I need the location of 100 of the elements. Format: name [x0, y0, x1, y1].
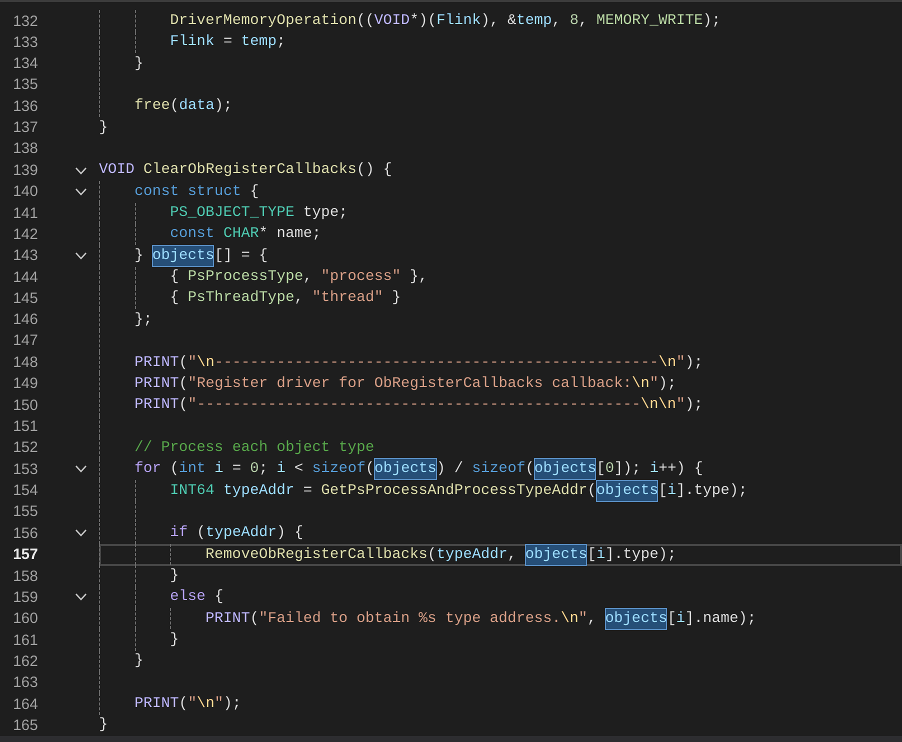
- code-text: }: [391, 289, 401, 308]
- code-text: (: [525, 460, 534, 480]
- macro-name: PRINT: [206, 610, 250, 629]
- line-number: 147: [12, 333, 38, 348]
- code-text: (: [178, 695, 188, 714]
- line-number: 146: [12, 312, 38, 328]
- string-literal: "Register driver for ObRegisterCallbacks callback:: [188, 374, 632, 394]
- line-number: 160: [12, 611, 38, 626]
- collapse-chevron-icon[interactable]: [75, 529, 87, 538]
- variable-name: i: [276, 460, 286, 480]
- code-text: {: [248, 182, 259, 202]
- code-text: {: [170, 289, 180, 308]
- line-number: 134: [12, 56, 38, 72]
- string-literal: ": [214, 695, 224, 714]
- string-literal: ": [650, 374, 658, 394]
- line-number: 141: [12, 206, 38, 221]
- code-text: }: [170, 566, 179, 586]
- variable-name: typeAddr: [206, 524, 277, 544]
- highlighted-reference: objects: [374, 458, 437, 480]
- line-number: 137: [12, 120, 38, 136]
- variable-name: Flink: [170, 33, 214, 52]
- line-number: 157: [12, 547, 38, 562]
- macro-name: VOID: [99, 161, 136, 180]
- keyword: int: [178, 460, 207, 480]
- variable-name: temp: [516, 12, 552, 31]
- code-text: () {: [356, 161, 392, 180]
- code-text: * name;: [258, 225, 322, 244]
- line-number: 136: [12, 98, 38, 114]
- code-text: ((: [356, 12, 374, 31]
- variable-name: i: [667, 482, 676, 501]
- macro-name: PRINT: [134, 354, 179, 372]
- function-name: DriverMemoryOperation: [170, 12, 357, 31]
- variable-name: temp: [241, 33, 277, 52]
- code-text: );: [214, 97, 232, 116]
- code-text: ,: [552, 12, 562, 31]
- variable-name: i: [596, 546, 606, 565]
- code-text: ++) {: [658, 460, 703, 480]
- collapse-chevron-icon[interactable]: [75, 252, 87, 260]
- code-text: );: [685, 396, 703, 416]
- line-number: 139: [12, 163, 38, 178]
- line-number: 158: [12, 568, 38, 584]
- highlighted-reference: objects: [534, 458, 596, 480]
- code-text: }: [99, 716, 108, 736]
- highlighted-reference: objects: [152, 244, 214, 267]
- collapse-chevron-icon[interactable]: [75, 188, 87, 196]
- keyword: const: [170, 225, 216, 244]
- code-text: (: [196, 524, 206, 544]
- line-number: 135: [12, 77, 38, 92]
- function-name: ClearObRegisterCallbacks: [143, 161, 357, 180]
- variable-name: Flink: [436, 12, 481, 31]
- code-text: (: [587, 482, 596, 501]
- macro-name: PRINT: [134, 695, 179, 714]
- string-literal: "process": [321, 268, 401, 288]
- function-name: RemoveObRegisterCallbacks: [206, 546, 428, 565]
- code-text: [: [596, 460, 606, 480]
- line-number: 159: [12, 590, 38, 605]
- number-literal: 0: [250, 460, 259, 480]
- code-text: };: [134, 310, 152, 330]
- code-text: );: [223, 695, 242, 714]
- code-text: =: [222, 33, 234, 52]
- line-number: 156: [12, 526, 38, 541]
- code-text: (: [170, 97, 179, 116]
- function-name: free: [134, 97, 170, 116]
- collapse-chevron-icon[interactable]: [75, 593, 87, 602]
- escape-sequence: \n: [560, 610, 579, 629]
- collapse-chevron-icon[interactable]: [75, 166, 87, 174]
- code-text: }: [134, 246, 144, 266]
- line-number: 163: [12, 674, 38, 690]
- code-text: {: [170, 268, 180, 288]
- escape-sequence: \n: [196, 695, 214, 714]
- line-number: 145: [12, 291, 38, 306]
- keyword: sizeof: [472, 460, 526, 480]
- macro-name: VOID: [374, 12, 410, 31]
- code-text: }: [99, 118, 108, 138]
- line-number: 155: [12, 504, 38, 520]
- code-text: {: [213, 588, 224, 608]
- code-text: (: [250, 610, 259, 629]
- code-text: },: [408, 268, 428, 288]
- variable-name: i: [676, 610, 686, 629]
- line-number: 165: [12, 718, 38, 733]
- code-text: <: [293, 460, 304, 480]
- code-text: [: [667, 610, 676, 629]
- code-text: type;: [302, 204, 348, 224]
- highlighted-reference: objects: [596, 480, 658, 502]
- string-literal: ": [188, 695, 197, 714]
- keyword: struct: [188, 182, 242, 202]
- code-text: (: [428, 546, 436, 565]
- function-name: GetPsProcessAndProcessTypeAddr: [321, 482, 588, 501]
- code-text: ,: [587, 610, 598, 629]
- collapse-chevron-icon[interactable]: [75, 465, 87, 474]
- code-text: [: [587, 546, 596, 565]
- highlighted-reference: objects: [525, 544, 588, 566]
- string-literal: ": [676, 396, 686, 416]
- line-number: 140: [12, 184, 38, 200]
- string-literal: ": [188, 354, 197, 372]
- line-number: 153: [12, 462, 38, 477]
- line-number: 133: [12, 34, 38, 50]
- code-text: =: [231, 460, 242, 480]
- code-text: }: [134, 652, 144, 672]
- line-number: 143: [12, 248, 38, 264]
